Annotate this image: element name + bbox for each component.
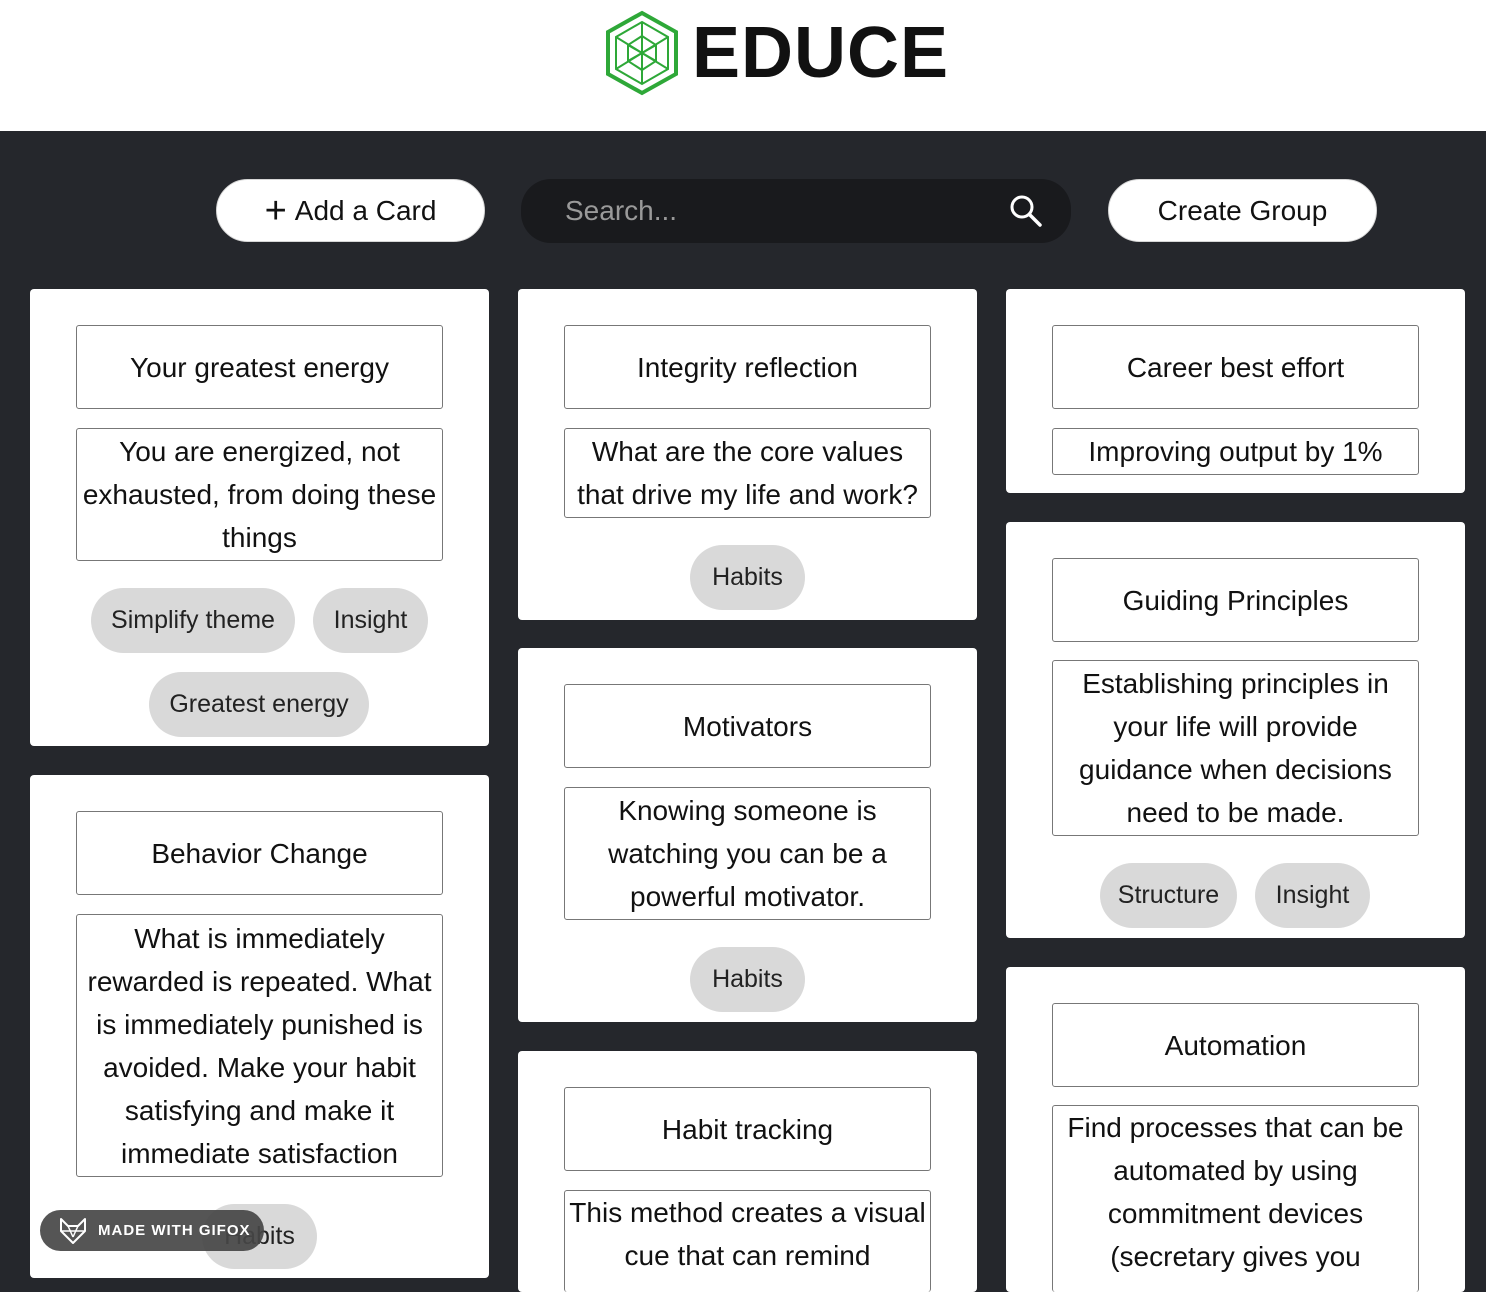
card-body[interactable]: Improving output by 1% — [1052, 428, 1419, 475]
card-body[interactable]: You are energized, not exhausted, from d… — [76, 428, 443, 561]
card[interactable]: Automation Find processes that can be au… — [1006, 967, 1465, 1292]
brand-name: EDUCE — [692, 13, 950, 93]
gifox-watermark: MADE WITH GIFOX — [40, 1210, 264, 1251]
tag-chip[interactable]: Simplify theme — [91, 588, 295, 653]
brand[interactable]: EDUCE — [604, 10, 949, 96]
search-bar — [521, 179, 1071, 243]
card-title[interactable]: Habit tracking — [564, 1087, 931, 1171]
create-group-button[interactable]: Create Group — [1108, 179, 1377, 242]
fox-icon — [60, 1217, 86, 1244]
card-title[interactable]: Guiding Principles — [1052, 558, 1419, 642]
tag-chip[interactable]: Insight — [1255, 863, 1370, 928]
card[interactable]: Your greatest energy You are energized, … — [30, 289, 489, 746]
card[interactable]: Motivators Knowing someone is watching y… — [518, 648, 977, 1022]
card-title[interactable]: Behavior Change — [76, 811, 443, 895]
card[interactable]: Habit tracking This method creates a vis… — [518, 1051, 977, 1292]
card-body[interactable]: What is immediately rewarded is repeated… — [76, 914, 443, 1177]
card[interactable]: Guiding Principles Establishing principl… — [1006, 522, 1465, 938]
plus-icon: + — [264, 189, 287, 232]
card-body[interactable]: Find processes that can be automated by … — [1052, 1105, 1419, 1292]
card[interactable]: Career best effort Improving output by 1… — [1006, 289, 1465, 493]
search-icon[interactable] — [1009, 194, 1043, 228]
card[interactable]: Integrity reflection What are the core v… — [518, 289, 977, 620]
card-title[interactable]: Automation — [1052, 1003, 1419, 1087]
watermark-label: MADE WITH GIFOX — [98, 1222, 251, 1239]
tag-chip[interactable]: Insight — [313, 588, 428, 653]
app-header: EDUCE — [0, 0, 1486, 131]
add-card-label: Add a Card — [294, 194, 437, 226]
tag-chip[interactable]: Habits — [690, 947, 805, 1012]
hexagon-network-logo-icon — [606, 10, 678, 96]
card-title[interactable]: Integrity reflection — [564, 325, 931, 409]
tag-chip[interactable]: Structure — [1100, 863, 1237, 928]
card-title[interactable]: Motivators — [564, 684, 931, 768]
card-body[interactable]: What are the core values that drive my l… — [564, 428, 931, 518]
tag-chip[interactable]: Greatest energy — [149, 672, 369, 737]
add-card-button[interactable]: + Add a Card — [216, 179, 485, 242]
card-title[interactable]: Your greatest energy — [76, 325, 443, 409]
card[interactable]: Behavior Change What is immediately rewa… — [30, 775, 489, 1278]
search-input[interactable] — [565, 195, 1009, 227]
card-body[interactable]: This method creates a visual cue that ca… — [564, 1190, 931, 1292]
card-body[interactable]: Establishing principles in your life wil… — [1052, 660, 1419, 836]
card-body[interactable]: Knowing someone is watching you can be a… — [564, 787, 931, 920]
tag-chip[interactable]: Habits — [690, 545, 805, 610]
card-title[interactable]: Career best effort — [1052, 325, 1419, 409]
